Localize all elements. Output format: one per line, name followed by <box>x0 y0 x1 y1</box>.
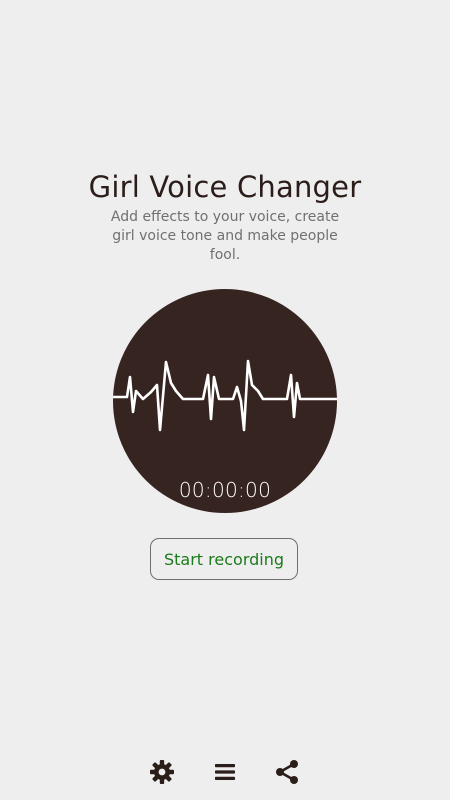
share-icon[interactable] <box>273 758 301 786</box>
app-title: Girl Voice Changer <box>88 170 362 204</box>
recording-timer: 00:00:00 <box>178 478 272 502</box>
settings-gear-icon[interactable] <box>148 758 176 786</box>
start-recording-button[interactable]: Start recording <box>150 538 298 580</box>
waveform-line <box>113 359 337 432</box>
menu-icon[interactable] <box>211 758 239 786</box>
app-subtitle: Add effects to your voice, create girl v… <box>110 209 340 263</box>
